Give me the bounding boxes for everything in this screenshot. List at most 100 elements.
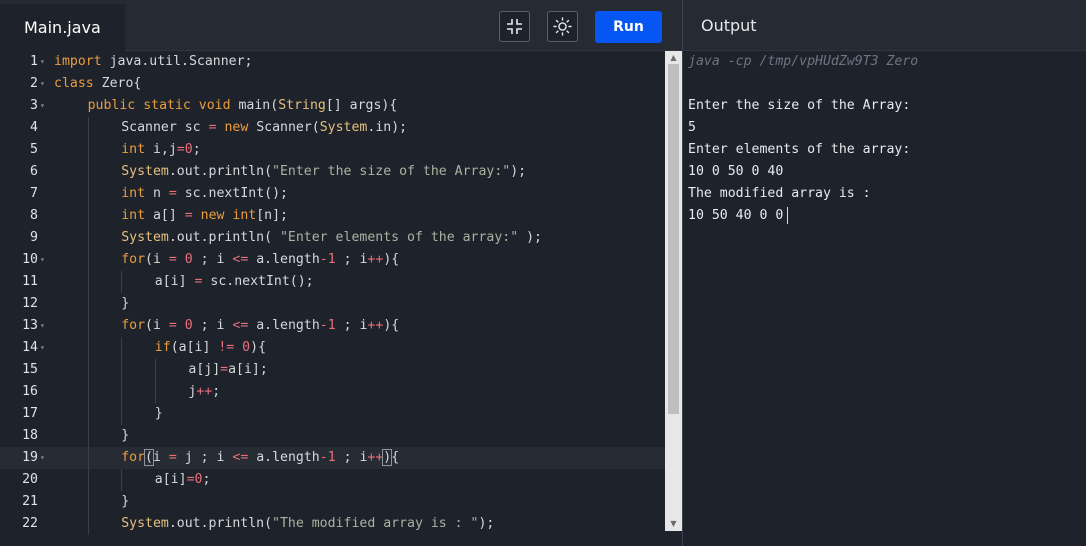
code-token: =	[168, 186, 177, 201]
code-token: System	[319, 120, 368, 135]
code-text: a[j]=a[i];	[188, 359, 267, 381]
indent-guide	[87, 249, 89, 271]
matched-bracket: (	[144, 449, 154, 466]
code-token: i,j	[145, 142, 177, 157]
code-line[interactable]: 7 int n = sc.nextInt();	[0, 183, 665, 205]
fold-toggle-icon[interactable]: ▾	[40, 447, 50, 469]
indent-guide	[87, 469, 89, 491]
output-line: Enter elements of the array:	[688, 139, 910, 161]
code-editor[interactable]: 1 ▾ import java.util.Scanner; 2 ▾ class Zero{…	[0, 51, 665, 546]
code-token: );	[478, 516, 495, 531]
fold-toggle-icon[interactable]: ▾	[40, 95, 50, 117]
code-line[interactable]: 3 ▾ public static void main(String[] args)…	[0, 95, 665, 117]
code-token: [n];	[256, 208, 288, 223]
line-number: 16	[22, 384, 38, 399]
line-number: 6	[30, 164, 38, 179]
scroll-down-icon[interactable]: ▼	[665, 518, 682, 530]
code-line[interactable]: 9 System.out.println( "Enter elements of …	[0, 227, 665, 249]
code-token: int	[121, 186, 146, 201]
code-token: <=	[232, 252, 249, 267]
indent-guide	[87, 359, 89, 381]
code-token: );	[518, 230, 542, 245]
indent-guide	[87, 183, 89, 205]
code-token: (i	[145, 252, 169, 267]
code-token: =	[168, 318, 177, 333]
code-token: System	[121, 516, 169, 531]
indent-guide	[87, 447, 89, 469]
code-line[interactable]: 21}	[0, 491, 665, 513]
run-button[interactable]: Run	[595, 11, 662, 43]
collapse-icon	[507, 19, 522, 34]
line-number: 15	[22, 362, 38, 377]
code-token: "Enter the size of the Array:"	[272, 164, 511, 179]
code-token: =	[168, 450, 177, 465]
code-token: }	[121, 296, 130, 311]
code-token: 0	[184, 318, 193, 333]
code-token: ){	[250, 340, 267, 355]
indent-guide	[87, 491, 89, 513]
code-text: }	[155, 403, 163, 425]
tab-main-java[interactable]: Main.java	[0, 4, 125, 51]
code-token: ; i	[192, 318, 233, 333]
collapse-button[interactable]	[499, 11, 530, 42]
code-line[interactable]: 6 System.out.println("Enter the size of t…	[0, 161, 665, 183]
code-token: Scanner(	[248, 120, 320, 135]
editor-scrollbar[interactable]: ▲ ▼	[665, 51, 682, 531]
line-number: 11	[22, 274, 38, 289]
code-line[interactable]: 10 ▾ for(i = 0 ; i <= a.length-1 ; i++){	[0, 249, 665, 271]
indent-guide	[87, 425, 89, 447]
output-line: 5	[688, 117, 696, 139]
fold-toggle-icon[interactable]: ▾	[40, 73, 50, 95]
editor-header: Main.java Run	[0, 0, 682, 51]
indent-guide	[121, 403, 123, 425]
indent-guide	[121, 381, 123, 403]
code-token: for	[121, 450, 146, 465]
fold-toggle-icon[interactable]: ▾	[40, 51, 50, 73]
scroll-up-icon[interactable]: ▲	[665, 52, 682, 64]
code-line[interactable]: 18}	[0, 425, 665, 447]
code-line[interactable]: 14 ▾ if(a[i] != 0){	[0, 337, 665, 359]
code-line[interactable]: 5 int i,j=0;	[0, 139, 665, 161]
code-text: public static void main(String[] args){	[88, 95, 398, 117]
indent-guide	[87, 315, 89, 337]
theme-toggle-button[interactable]	[547, 11, 578, 42]
code-line[interactable]: 19 ▾ for(i = j ; i <= a.length-1 ; i++){	[0, 447, 665, 469]
code-line[interactable]: 20 a[i]=0;	[0, 469, 665, 491]
code-line[interactable]: 22 System.out.println("The modified array…	[0, 513, 665, 535]
code-text: class Zero{	[54, 73, 141, 95]
code-token: i	[152, 450, 169, 465]
code-line[interactable]: 4 Scanner sc = new Scanner(System.in);	[0, 117, 665, 139]
code-token: sc.nextInt();	[202, 274, 314, 289]
fold-toggle-icon[interactable]: ▾	[40, 249, 50, 271]
code-token: -1	[319, 252, 336, 267]
code-line[interactable]: 17}	[0, 403, 665, 425]
text-cursor	[787, 206, 789, 224]
code-token: "Enter elements of the array:"	[279, 230, 519, 245]
code-token: (i	[145, 318, 169, 333]
output-line: 10 0 50 0 40	[688, 161, 783, 183]
code-token: a[i]	[154, 472, 187, 487]
code-line[interactable]: 8 int a[] = new int[n];	[0, 205, 665, 227]
code-line[interactable]: 11 a[i] = sc.nextInt();	[0, 271, 665, 293]
code-line[interactable]: 13 ▾ for(i = 0 ; i <= a.length-1 ; i++){	[0, 315, 665, 337]
code-token: java.util.Scanner;	[101, 54, 253, 69]
code-text: }	[121, 491, 129, 513]
line-number: 12	[22, 296, 38, 311]
line-number: 8	[30, 208, 38, 223]
code-token: for	[121, 252, 146, 267]
fold-toggle-icon[interactable]: ▾	[40, 315, 50, 337]
code-line[interactable]: 12}	[0, 293, 665, 315]
code-token: a.length	[248, 450, 320, 465]
code-line[interactable]: 16 j++;	[0, 381, 665, 403]
code-line[interactable]: 15 a[j]=a[i];	[0, 359, 665, 381]
fold-toggle-icon[interactable]: ▾	[40, 337, 50, 359]
code-line[interactable]: 1 ▾ import java.util.Scanner;	[0, 51, 665, 73]
indent-guide	[87, 271, 89, 293]
output-text: Enter the size of the Array:	[688, 98, 911, 113]
code-token: public	[87, 98, 136, 113]
indent-guide	[121, 271, 123, 293]
scroll-thumb[interactable]	[668, 64, 679, 414]
code-line[interactable]: 2 ▾ class Zero{	[0, 73, 665, 95]
